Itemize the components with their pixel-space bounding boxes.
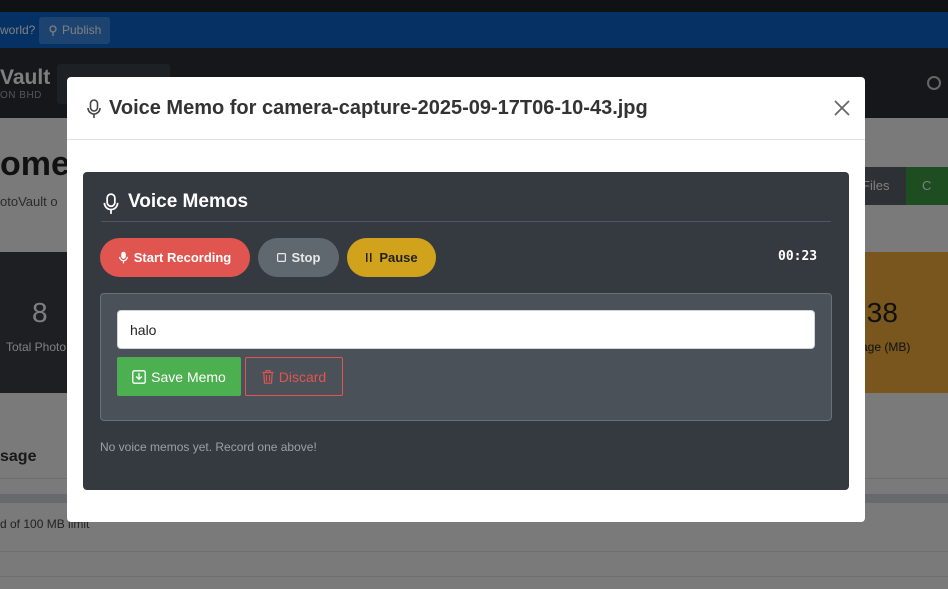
voice-memos-panel: Voice Memos Start Recording Stop Pause 0… bbox=[83, 172, 849, 490]
stop-icon bbox=[276, 253, 286, 262]
discard-button[interactable]: Discard bbox=[245, 357, 343, 396]
start-recording-button[interactable]: Start Recording bbox=[100, 238, 250, 277]
discard-label: Discard bbox=[278, 368, 327, 385]
pause-label: Pause bbox=[379, 250, 418, 265]
modal-title: Voice Memo for camera-capture-2025-09-17… bbox=[109, 97, 648, 119]
save-memo-label: Save Memo bbox=[151, 368, 226, 385]
microphone-icon bbox=[103, 193, 119, 214]
save-memo-button[interactable]: Save Memo bbox=[117, 357, 241, 396]
stop-button[interactable]: Stop bbox=[258, 238, 339, 277]
memo-title-input[interactable] bbox=[117, 310, 815, 349]
recording-timer: 00:23 bbox=[778, 249, 818, 264]
close-icon[interactable] bbox=[832, 98, 852, 118]
download-icon bbox=[132, 369, 146, 384]
microphone-icon bbox=[118, 251, 128, 264]
microphone-icon bbox=[87, 99, 101, 118]
panel-title: Voice Memos bbox=[128, 191, 249, 212]
start-recording-label: Start Recording bbox=[133, 250, 232, 265]
pause-button[interactable]: Pause bbox=[347, 238, 436, 277]
pause-icon bbox=[366, 253, 372, 262]
voice-memo-modal: Voice Memo for camera-capture-2025-09-17… bbox=[67, 77, 865, 522]
modal-header: Voice Memo for camera-capture-2025-09-17… bbox=[67, 77, 865, 140]
panel-header: Voice Memos bbox=[101, 191, 831, 222]
trash-icon bbox=[262, 369, 274, 384]
empty-state-message: No voice memos yet. Record one above! bbox=[100, 440, 317, 454]
memo-editor: Save Memo Discard bbox=[100, 293, 832, 421]
stop-label: Stop bbox=[291, 250, 321, 265]
